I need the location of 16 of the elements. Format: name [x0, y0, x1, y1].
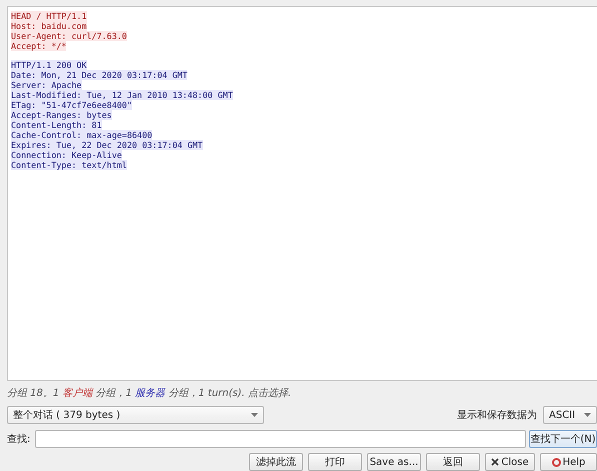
action-button[interactable]: 打印 [308, 453, 362, 471]
find-next-button[interactable]: 查找下一个(N) [529, 430, 597, 448]
close-button[interactable]: Close [485, 453, 535, 471]
action-button[interactable]: 滤掉此流 [249, 453, 303, 471]
packet-summary: 分组 18。1 客户端 分组，1 服务器 分组，1 turn(s). 点击选择. [7, 387, 292, 400]
format-label: 显示和保存数据为 [457, 408, 537, 422]
conversation-select[interactable]: 整个对话 ( 379 bytes ) [7, 406, 264, 424]
help-button[interactable]: Help [540, 453, 597, 471]
find-label: 查找: [7, 432, 30, 446]
close-icon [491, 458, 500, 466]
caret-icon [251, 413, 258, 417]
find-field[interactable] [35, 430, 526, 448]
action-button[interactable]: 返回 [426, 453, 480, 471]
format-select[interactable]: ASCII [543, 406, 597, 424]
caret-icon [584, 413, 591, 417]
action-button[interactable]: Save as... [367, 453, 421, 471]
